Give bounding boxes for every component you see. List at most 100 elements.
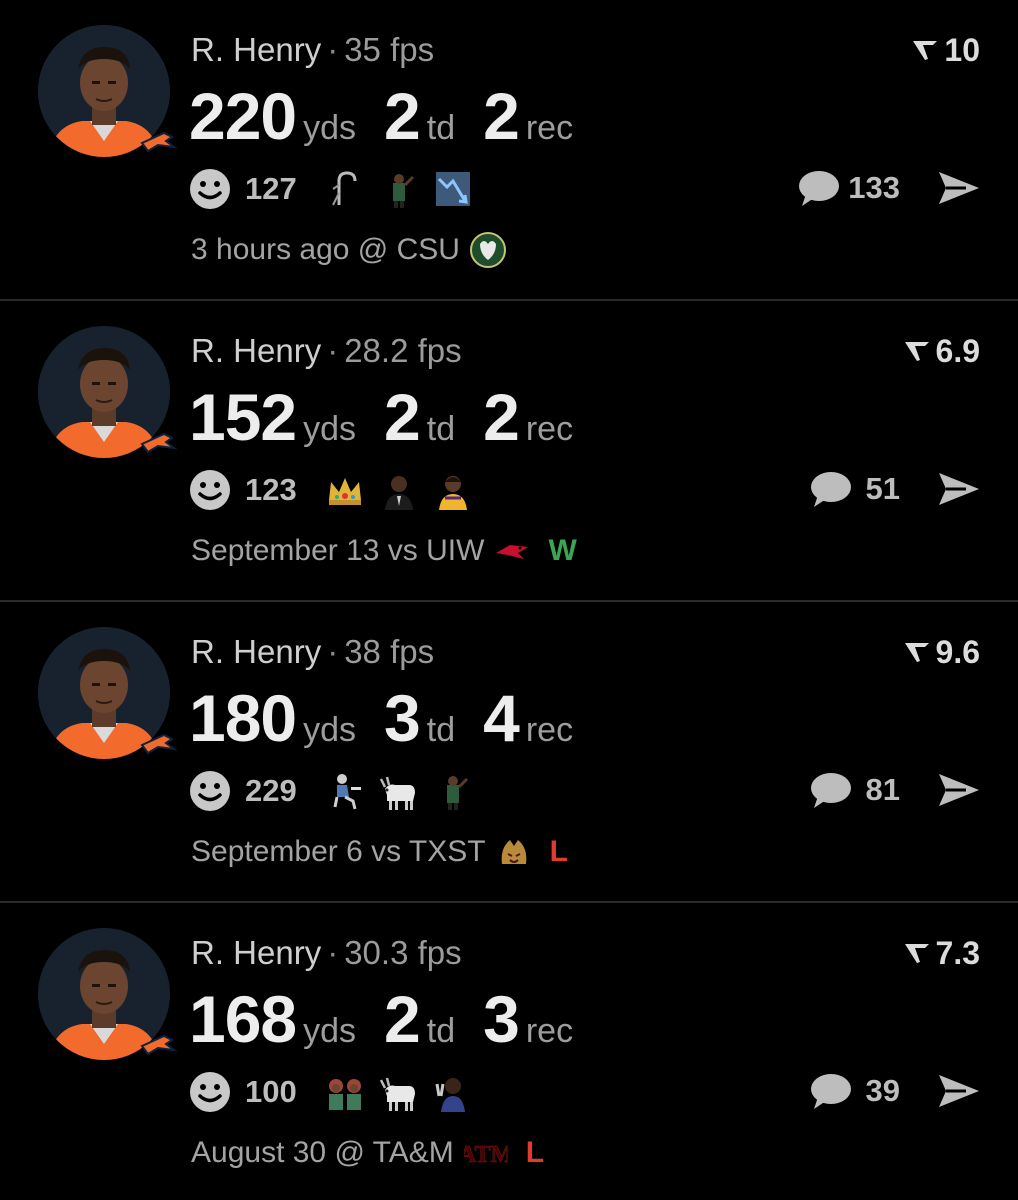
rating[interactable]: 9.6 bbox=[904, 632, 980, 672]
fantasy-points: 38 fps bbox=[344, 633, 435, 670]
comment-icon[interactable] bbox=[796, 168, 840, 208]
post-card[interactable]: R. Henry · 30.3 fps 7.3 168 yds 2 td 3 rec 10… bbox=[0, 903, 1018, 1200]
csu-ram-logo bbox=[460, 232, 506, 268]
game-info: 3 hours ago @ CSU bbox=[191, 230, 524, 270]
twins-icon[interactable] bbox=[325, 1072, 365, 1112]
uiw-cardinal-logo bbox=[484, 533, 530, 569]
player-name[interactable]: R. Henry bbox=[191, 934, 321, 971]
comment-count[interactable]: 81 bbox=[860, 772, 900, 808]
comment-icon[interactable] bbox=[808, 1071, 852, 1111]
yards-value: 152 bbox=[189, 380, 297, 454]
yards-label: yds bbox=[303, 711, 357, 749]
game-info: September 6 vs TXST L bbox=[191, 832, 568, 872]
comment-count[interactable]: 39 bbox=[860, 1073, 900, 1109]
stat-line: 220 yds 2 td 2 rec bbox=[189, 78, 573, 154]
share-icon[interactable] bbox=[936, 1071, 982, 1111]
game-result: L bbox=[525, 1136, 545, 1169]
rating[interactable]: 6.9 bbox=[904, 331, 980, 371]
rating[interactable]: 10 bbox=[912, 30, 980, 70]
tamu-logo: ATM bbox=[454, 1135, 508, 1171]
game-date-opponent: September 13 vs UIW bbox=[191, 534, 485, 567]
post-card[interactable]: R. Henry · 28.2 fps 6.9 152 yds 2 td 2 rec 12… bbox=[0, 301, 1018, 602]
social-actions: 133 bbox=[796, 168, 982, 208]
man-in-suit-icon[interactable] bbox=[379, 470, 419, 510]
smiley-icon[interactable] bbox=[189, 770, 231, 812]
reactions[interactable]: 229 bbox=[189, 770, 473, 812]
avatar[interactable] bbox=[38, 928, 178, 1060]
yards-value: 180 bbox=[189, 681, 297, 755]
touchdowns-value: 2 bbox=[384, 982, 421, 1056]
goat-icon[interactable] bbox=[379, 771, 419, 811]
rating-icon bbox=[913, 41, 938, 60]
player-pointing-icon[interactable] bbox=[379, 169, 419, 209]
reaction-count: 123 bbox=[245, 472, 297, 507]
separator: · bbox=[327, 332, 339, 369]
rating-icon bbox=[904, 944, 929, 963]
touchdowns-label: td bbox=[426, 711, 456, 749]
share-icon[interactable] bbox=[936, 168, 982, 208]
smiley-icon[interactable] bbox=[189, 469, 231, 511]
post-card[interactable]: R. Henry · 38 fps 9.6 180 yds 3 td 4 rec 229 bbox=[0, 602, 1018, 903]
smiley-icon[interactable] bbox=[189, 1071, 231, 1113]
avatar[interactable] bbox=[38, 627, 178, 759]
game-result: W bbox=[548, 534, 577, 567]
goat-icon[interactable] bbox=[379, 1072, 419, 1112]
smiley-icon[interactable] bbox=[189, 168, 231, 210]
stock-down-chart-icon[interactable] bbox=[433, 169, 473, 209]
crown-icon[interactable] bbox=[325, 470, 365, 510]
peace-sign-person-icon[interactable] bbox=[433, 1072, 473, 1112]
social-actions: 39 bbox=[808, 1071, 982, 1111]
svg-text:ATM: ATM bbox=[464, 1142, 508, 1168]
separator: · bbox=[327, 934, 339, 971]
lakers-player-icon[interactable] bbox=[433, 470, 473, 510]
share-icon[interactable] bbox=[936, 469, 982, 509]
post-header: R. Henry · 30.3 fps bbox=[191, 933, 462, 973]
rating-value: 10 bbox=[944, 32, 980, 68]
reactions[interactable]: 100 bbox=[189, 1071, 473, 1113]
avatar[interactable] bbox=[38, 25, 178, 157]
player-name[interactable]: R. Henry bbox=[191, 332, 321, 369]
yards-value: 168 bbox=[189, 982, 297, 1056]
game-date-opponent: 3 hours ago @ CSU bbox=[191, 233, 460, 266]
rating-value: 7.3 bbox=[935, 935, 980, 971]
reactions[interactable]: 127 bbox=[189, 168, 473, 210]
fantasy-points: 28.2 fps bbox=[344, 332, 462, 369]
stat-line: 168 yds 2 td 3 rec bbox=[189, 981, 573, 1057]
fantasy-points: 35 fps bbox=[344, 31, 435, 68]
game-info: September 13 vs UIW W bbox=[191, 531, 577, 571]
reaction-count: 100 bbox=[245, 1074, 297, 1109]
rating-icon bbox=[904, 342, 929, 361]
comment-icon[interactable] bbox=[808, 770, 852, 810]
receptions-label: rec bbox=[525, 109, 574, 147]
yards-label: yds bbox=[303, 410, 357, 448]
touchdowns-value: 2 bbox=[384, 380, 421, 454]
avatar[interactable] bbox=[38, 326, 178, 458]
txst-bobcat-logo bbox=[486, 834, 532, 870]
post-card[interactable]: R. Henry · 35 fps 10 220 yds 2 td 2 rec 127 bbox=[0, 0, 1018, 301]
receptions-value: 3 bbox=[483, 982, 520, 1056]
cane-icon[interactable] bbox=[325, 169, 365, 209]
separator: · bbox=[327, 31, 339, 68]
reactions[interactable]: 123 bbox=[189, 469, 473, 511]
receptions-label: rec bbox=[525, 410, 574, 448]
touchdowns-label: td bbox=[426, 410, 456, 448]
player-name[interactable]: R. Henry bbox=[191, 633, 321, 670]
game-date-opponent: August 30 @ TA&M bbox=[191, 1136, 454, 1169]
receptions-value: 4 bbox=[483, 681, 520, 755]
game-date-opponent: September 6 vs TXST bbox=[191, 835, 486, 868]
rating[interactable]: 7.3 bbox=[904, 933, 980, 973]
touchdowns-label: td bbox=[426, 109, 456, 147]
comment-count[interactable]: 51 bbox=[860, 471, 900, 507]
share-icon[interactable] bbox=[936, 770, 982, 810]
player-name[interactable]: R. Henry bbox=[191, 31, 321, 68]
rating-icon bbox=[904, 643, 929, 662]
comment-count[interactable]: 133 bbox=[848, 170, 900, 206]
person-at-desk-icon[interactable] bbox=[325, 771, 365, 811]
receptions-value: 2 bbox=[483, 79, 520, 153]
reaction-count: 229 bbox=[245, 773, 297, 808]
comment-icon[interactable] bbox=[808, 469, 852, 509]
touchdowns-value: 3 bbox=[384, 681, 421, 755]
separator: · bbox=[327, 633, 339, 670]
post-header: R. Henry · 28.2 fps bbox=[191, 331, 462, 371]
player-pointing-icon[interactable] bbox=[433, 771, 473, 811]
